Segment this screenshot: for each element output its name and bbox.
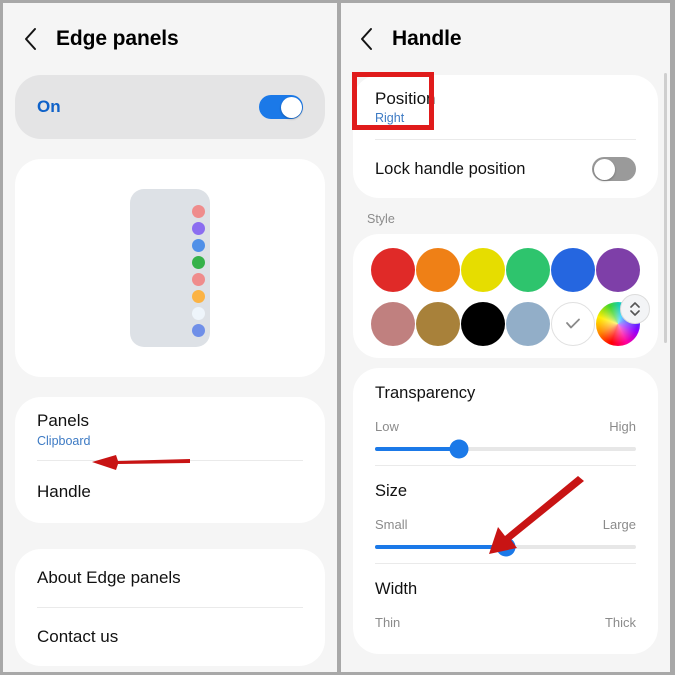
color-swatch-rose[interactable]	[371, 302, 415, 346]
edge-panels-screen: Edge panels On Panels Clipboard Handle A…	[3, 3, 337, 672]
list-item-title: Panels	[37, 411, 89, 430]
right-header: Handle	[341, 3, 670, 75]
color-swatch-black[interactable]	[461, 302, 505, 346]
size-slider[interactable]	[375, 537, 636, 557]
edge-handle-dot	[192, 256, 205, 269]
width-label: Width	[375, 580, 418, 598]
list-item-title: Contact us	[37, 627, 119, 647]
master-toggle-row[interactable]: On	[15, 75, 325, 139]
transparency-slider-block: Transparency Low High	[353, 368, 658, 465]
edge-handle-dot	[192, 205, 205, 218]
lock-handle-position-label: Lock handle position	[375, 159, 526, 178]
color-swatch-steel-blue[interactable]	[506, 302, 550, 346]
vertical-scrollbar[interactable]	[664, 73, 667, 343]
list-item-about-edge-panels[interactable]: About Edge panels	[15, 549, 325, 607]
color-swatch-green[interactable]	[506, 248, 550, 292]
size-range-labels: Small Large	[375, 517, 636, 532]
edge-handle-dot	[192, 307, 205, 320]
color-swatch-purple[interactable]	[596, 248, 640, 292]
edge-handle-dot	[192, 324, 205, 337]
edge-handle-dot	[192, 290, 205, 303]
chevron-left-icon[interactable]	[23, 26, 39, 52]
size-slider-thumb[interactable]	[496, 537, 515, 557]
swatch-row-1	[353, 248, 658, 292]
settings-group-primary: Panels Clipboard Handle	[15, 397, 325, 524]
color-swatch-blue[interactable]	[551, 248, 595, 292]
list-item-title: Handle	[37, 482, 91, 502]
style-section-label: Style	[367, 212, 395, 226]
size-slider-block: Size Small Large	[353, 466, 658, 563]
phone-illustration	[130, 189, 210, 347]
color-swatch-yellow[interactable]	[461, 248, 505, 292]
left-header: Edge panels	[3, 3, 337, 75]
toggle-knob	[593, 158, 615, 180]
edge-panel-preview-card	[15, 159, 325, 377]
transparency-max-label: High	[609, 419, 636, 434]
list-item-title: About Edge panels	[37, 568, 181, 588]
list-item-contact-us[interactable]: Contact us	[15, 608, 325, 666]
color-swatch-selected-check[interactable]	[551, 302, 595, 346]
color-swatch-color-wheel[interactable]	[596, 294, 650, 346]
chevron-left-icon[interactable]	[359, 26, 375, 52]
size-max-label: Large	[602, 517, 636, 532]
transparency-min-label: Low	[375, 419, 399, 434]
lock-handle-position-row[interactable]: Lock handle position	[353, 140, 658, 198]
page-title: Handle	[392, 27, 462, 50]
edge-handle-dot	[192, 273, 205, 286]
chevron-up-down-stepper-icon[interactable]	[620, 294, 650, 324]
transparency-slider-fill	[375, 447, 459, 451]
transparency-label: Transparency	[375, 384, 476, 402]
position-highlight-box	[352, 72, 434, 130]
size-min-label: Small	[375, 517, 408, 532]
edge-handle-dots	[192, 205, 205, 337]
list-item-subtitle: Clipboard	[37, 434, 91, 449]
settings-group-secondary: About Edge panels Contact us	[15, 549, 325, 667]
check-icon	[566, 318, 580, 329]
style-swatch-card	[353, 234, 658, 358]
color-swatch-orange[interactable]	[416, 248, 460, 292]
size-label: Size	[375, 482, 408, 500]
transparency-slider-thumb[interactable]	[449, 439, 469, 459]
edge-handle-dot	[192, 222, 205, 235]
page-title: Edge panels	[56, 27, 179, 50]
list-item-panels[interactable]: Panels Clipboard	[15, 397, 325, 460]
width-slider-block: Width Thin Thick	[353, 564, 658, 654]
master-toggle-switch[interactable]	[259, 95, 303, 119]
color-swatch-bronze[interactable]	[416, 302, 460, 346]
transparency-range-labels: Low High	[375, 419, 636, 434]
width-range-labels: Thin Thick	[375, 615, 636, 630]
transparency-slider[interactable]	[375, 439, 636, 459]
color-swatch-red[interactable]	[371, 248, 415, 292]
screenshot-stage: Edge panels On Panels Clipboard Handle A…	[0, 0, 675, 675]
width-min-label: Thin	[375, 615, 401, 630]
master-toggle-label: On	[37, 97, 61, 116]
list-item-handle[interactable]: Handle	[15, 461, 325, 523]
edge-handle-dot	[192, 239, 205, 252]
swatch-row-2	[353, 294, 658, 346]
size-slider-fill	[375, 545, 506, 549]
edge-panels-master-toggle-card[interactable]: On	[15, 75, 325, 139]
toggle-knob	[280, 96, 302, 118]
width-max-label: Thick	[604, 615, 636, 630]
sliders-group: Transparency Low High Size Small Large W…	[353, 368, 658, 654]
lock-handle-position-switch[interactable]	[592, 157, 636, 181]
